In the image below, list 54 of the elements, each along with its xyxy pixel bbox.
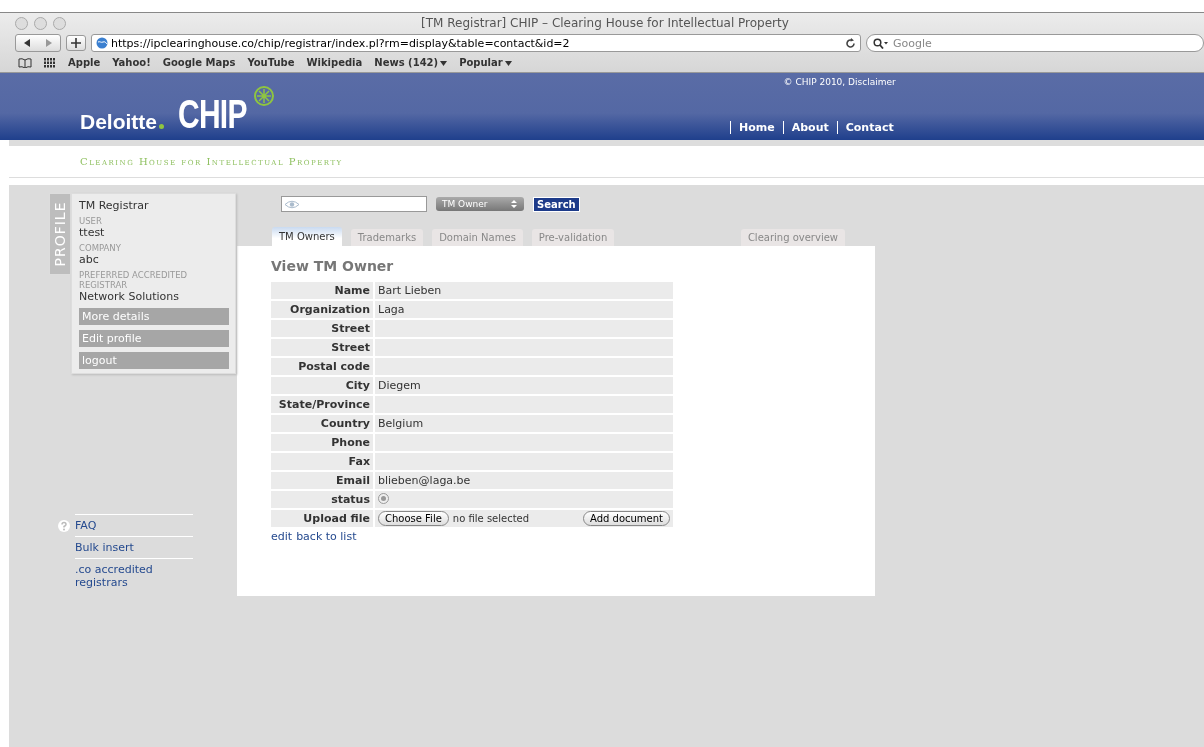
field-label: status	[271, 491, 373, 508]
field-value: Bart Lieben	[375, 282, 673, 299]
side-link[interactable]: FAQ	[75, 519, 97, 532]
tab[interactable]: TM Owners	[272, 227, 342, 246]
profile-tab-label: PROFILE	[52, 201, 68, 267]
field-value: Laga	[375, 301, 673, 318]
field-value: Belgium	[375, 415, 673, 432]
search-button[interactable]: Search	[533, 196, 580, 212]
nav-link[interactable]: Contact	[836, 121, 894, 134]
bookmark-link[interactable]: Google Maps	[162, 57, 236, 68]
field-label: Street	[271, 339, 373, 356]
choose-file-button[interactable]: Choose File	[378, 511, 449, 526]
field-label: Upload file	[271, 510, 373, 527]
field-label: State/Province	[271, 396, 373, 413]
add-document-button[interactable]: Add document	[583, 511, 670, 526]
bookmark-link[interactable]: Wikipedia	[306, 57, 363, 68]
field-value: ttest	[79, 226, 106, 239]
field-value: Network Solutions	[79, 290, 180, 303]
chip-logo: CHIP	[178, 94, 247, 134]
field-value: blieben@laga.be	[375, 472, 673, 489]
bookmark-link[interactable]: YouTube	[247, 57, 295, 68]
page-heading: View TM Owner	[271, 258, 395, 274]
nav-link[interactable]: About	[782, 121, 829, 134]
field-label: USER	[79, 216, 103, 226]
field-label: Street	[271, 320, 373, 337]
search-field[interactable]: Google	[866, 34, 1204, 52]
bookmark-link[interactable]: Yahoo!	[112, 57, 151, 68]
field-label: Email	[271, 472, 373, 489]
field-label: City	[271, 377, 373, 394]
text-link[interactable]: edit	[271, 530, 293, 543]
side-link[interactable]: .co accredited registrars	[75, 563, 193, 589]
field-label: PREFERRED ACCREDITED REGISTRAR	[79, 270, 189, 290]
field-value: Diegem	[375, 377, 673, 394]
address-field[interactable]: https://ipclearinghouse.co/chip/registrar/index.pl?rm=display&table=contact&id=2	[91, 34, 861, 52]
side-link[interactable]: Bulk insert	[75, 541, 134, 554]
bookmark-link[interactable]: Popular	[459, 57, 503, 68]
window-title: [TM Registrar] CHIP – Clearing House for Intellectual Property	[420, 16, 790, 30]
field-label: Name	[271, 282, 373, 299]
field-label: Phone	[271, 434, 373, 451]
copyright-text: © CHIP 2010, Disclaimer	[783, 77, 896, 87]
text-link[interactable]: back to list	[296, 530, 357, 543]
brand-logo: Deloitte	[80, 110, 157, 134]
nav-link[interactable]: Home	[730, 121, 775, 134]
field-label: Fax	[271, 453, 373, 470]
field-label: Postal code	[271, 358, 373, 375]
field-label: Country	[271, 415, 373, 432]
role-text: TM Registrar	[79, 199, 150, 212]
bookmark-link[interactable]: News (142)	[374, 57, 439, 68]
bookmark-link[interactable]: Apple	[68, 57, 101, 68]
field-label: COMPANY	[79, 243, 122, 253]
file-status-text: no file selected	[452, 513, 530, 524]
tagline: Clearing House for Intellectual Property	[79, 156, 343, 167]
field-value: abc	[79, 253, 100, 266]
field-label: Organization	[271, 301, 373, 318]
